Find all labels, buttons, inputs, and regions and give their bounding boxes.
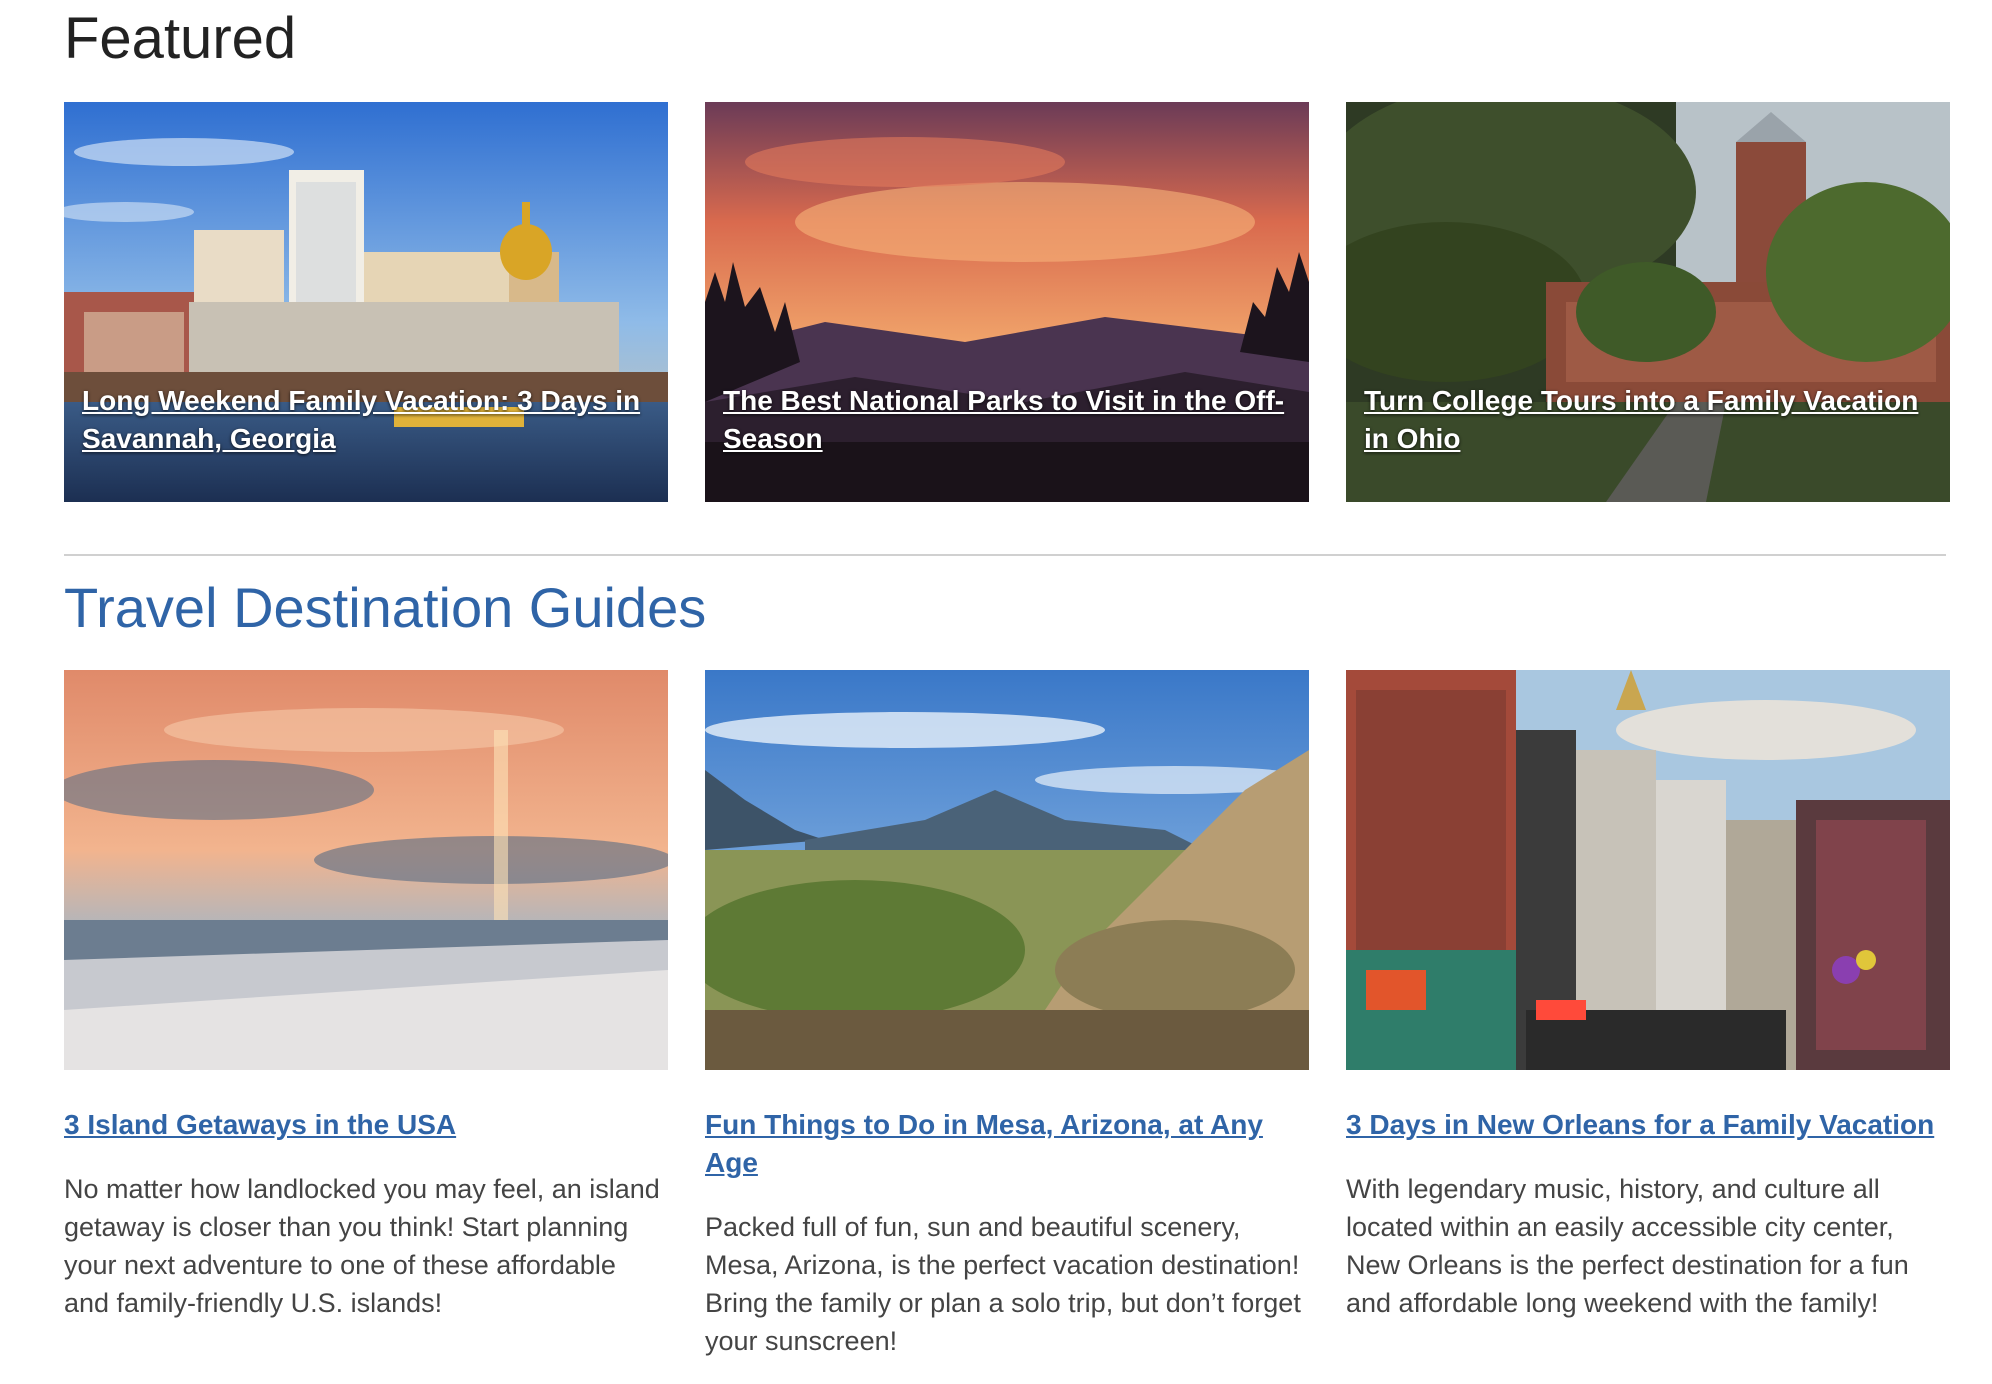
guide-card-islands[interactable]: 3 Island Getaways in the USA No matter h…	[64, 670, 668, 1322]
featured-link-savannah[interactable]: Long Weekend Family Vacation: 3 Days in …	[82, 382, 650, 458]
guide-link-new-orleans[interactable]: 3 Days in New Orleans for a Family Vacat…	[1346, 1106, 1950, 1144]
page: Featured Long Weekend Family Vacation: 3…	[0, 0, 1992, 1384]
guides-heading: Travel Destination Guides	[64, 576, 707, 639]
college-campus-photo[interactable]: Turn College Tours into a Family Vacatio…	[1346, 102, 1950, 502]
guide-description-islands: No matter how landlocked you may feel, a…	[64, 1174, 660, 1318]
featured-card-national-parks[interactable]: The Best National Parks to Visit in the …	[705, 102, 1309, 502]
guide-card-mesa[interactable]: Fun Things to Do in Mesa, Arizona, at An…	[705, 670, 1309, 1360]
featured-link-national-parks[interactable]: The Best National Parks to Visit in the …	[723, 382, 1291, 458]
featured-link-ohio[interactable]: Turn College Tours into a Family Vacatio…	[1364, 382, 1932, 458]
featured-heading: Featured	[64, 6, 297, 71]
guide-link-islands[interactable]: 3 Island Getaways in the USA	[64, 1106, 668, 1144]
savannah-skyline-photo[interactable]: Long Weekend Family Vacation: 3 Days in …	[64, 102, 668, 502]
desert-mountains-photo[interactable]	[705, 670, 1309, 1070]
featured-card-ohio[interactable]: Turn College Tours into a Family Vacatio…	[1346, 102, 1950, 502]
guide-card-new-orleans[interactable]: 3 Days in New Orleans for a Family Vacat…	[1346, 670, 1950, 1322]
guide-description-mesa: Packed full of fun, sun and beautiful sc…	[705, 1212, 1301, 1356]
guide-link-mesa[interactable]: Fun Things to Do in Mesa, Arizona, at An…	[705, 1106, 1309, 1182]
section-divider	[64, 554, 1946, 556]
french-quarter-street-photo[interactable]	[1346, 670, 1950, 1070]
featured-card-savannah[interactable]: Long Weekend Family Vacation: 3 Days in …	[64, 102, 668, 502]
mountain-sunset-photo[interactable]: The Best National Parks to Visit in the …	[705, 102, 1309, 502]
guide-description-new-orleans: With legendary music, history, and cultu…	[1346, 1174, 1909, 1318]
beach-sunset-photo[interactable]	[64, 670, 668, 1070]
